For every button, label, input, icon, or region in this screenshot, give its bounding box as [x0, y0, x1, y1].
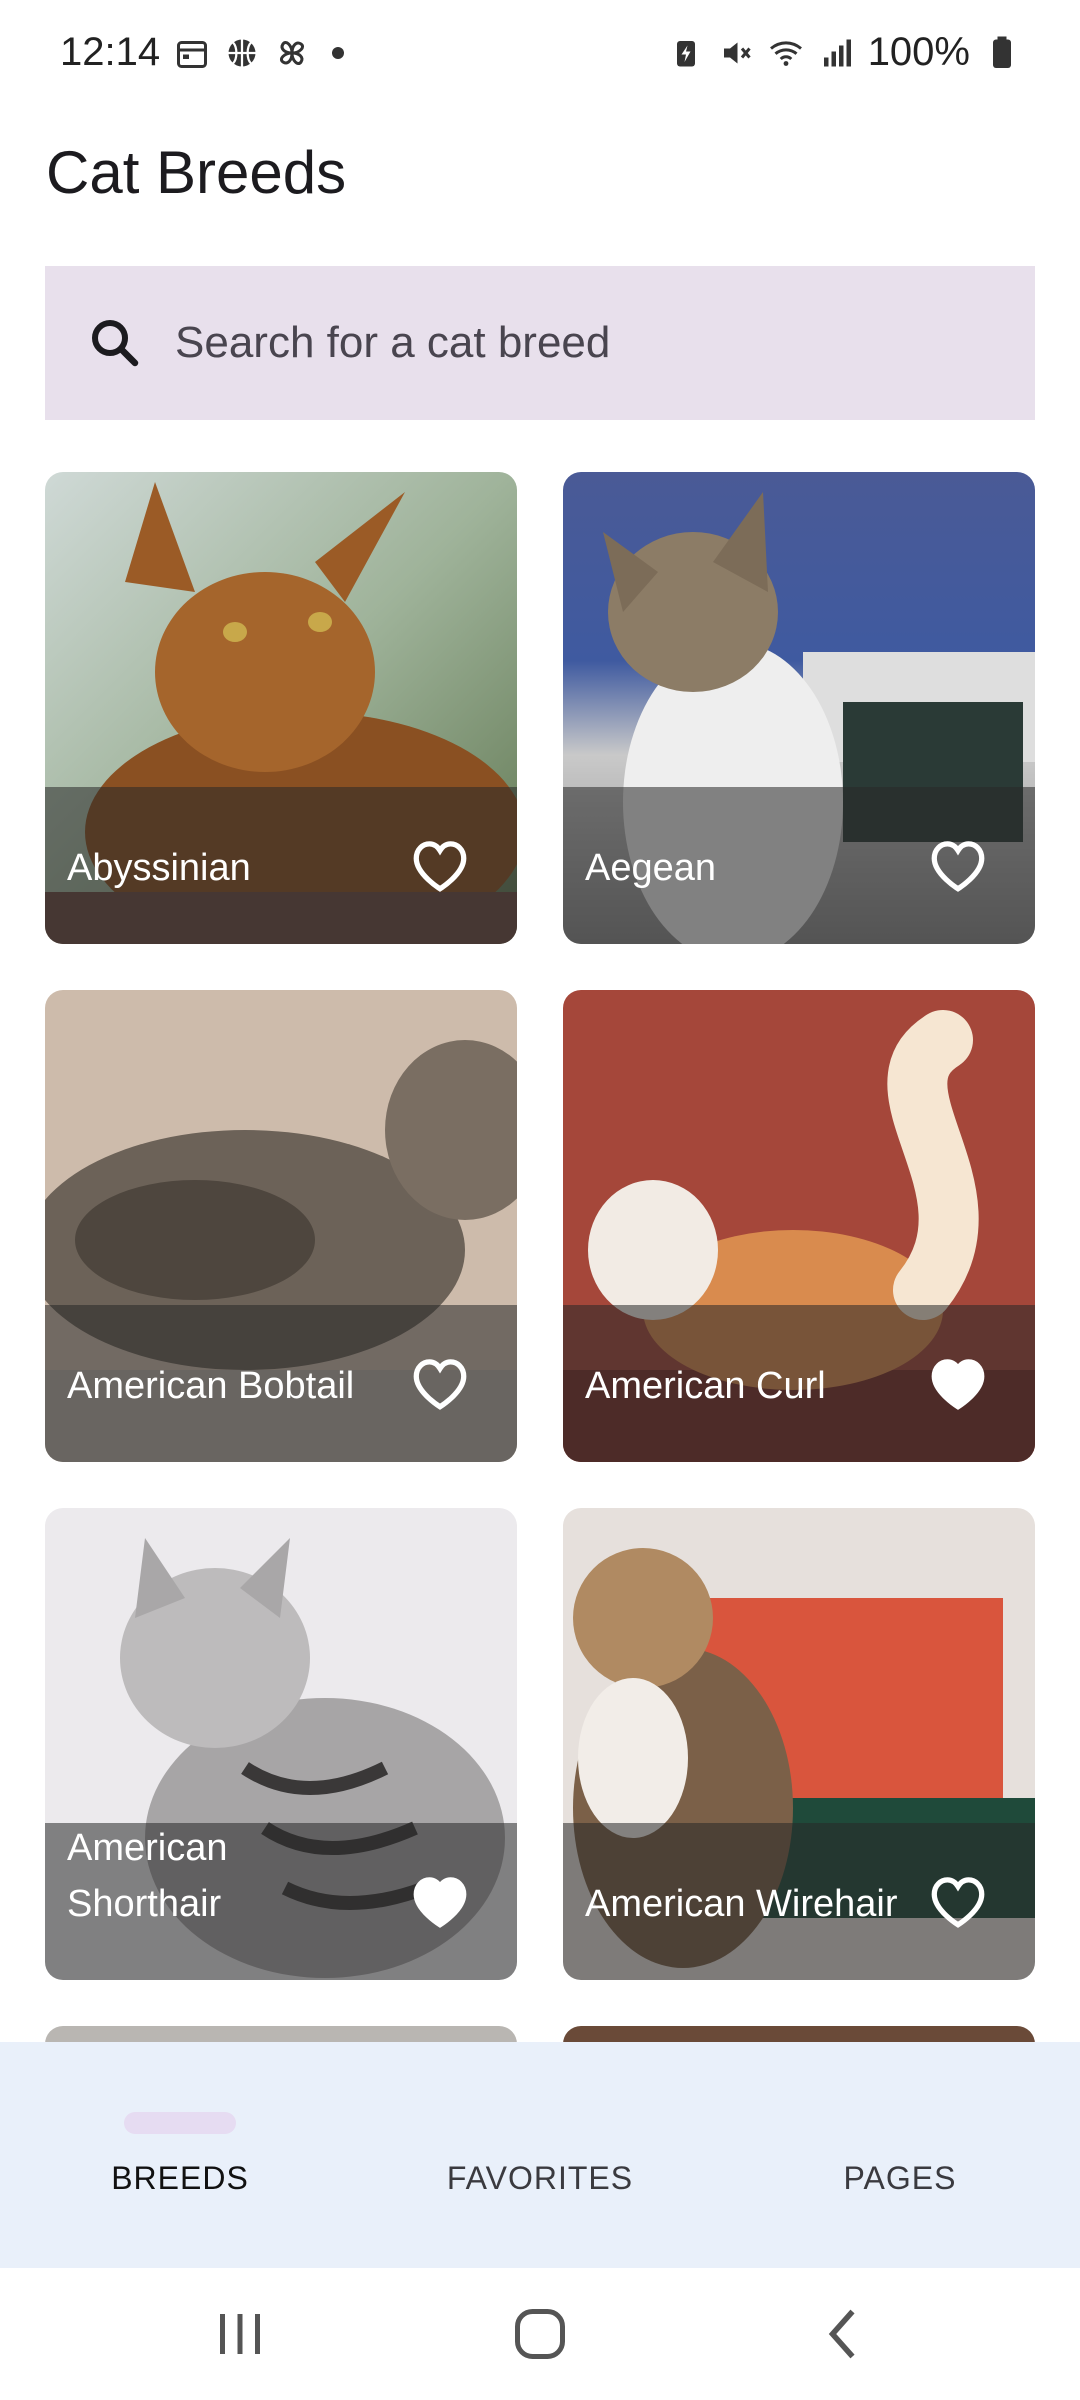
breed-card-american-wirehair[interactable]: American Wirehair — [563, 1508, 1035, 1980]
breed-name: American Curl — [585, 1365, 826, 1407]
heart-outline-icon[interactable] — [926, 836, 990, 894]
heart-filled-icon[interactable] — [926, 1354, 990, 1412]
notification-dot — [332, 46, 345, 59]
search-input[interactable] — [175, 318, 975, 368]
nav-favorites[interactable]: FAVORITES — [360, 2042, 720, 2268]
status-bar: 12:14 100% — [0, 0, 1080, 112]
pinwheel-icon — [280, 40, 305, 65]
wifi-icon — [769, 40, 802, 66]
signal-icon — [823, 39, 851, 66]
basketball-icon — [228, 39, 256, 66]
search-icon[interactable] — [85, 313, 145, 373]
status-time: 12:14 — [60, 30, 161, 74]
battery-saver-icon — [676, 40, 695, 66]
breed-card-american-curl[interactable]: American Curl — [563, 990, 1035, 1462]
nav-label: FAVORITES — [446, 2160, 634, 2196]
heart-outline-icon[interactable] — [408, 1354, 472, 1412]
battery-percent: 100% — [867, 30, 970, 74]
mute-icon — [723, 42, 751, 63]
breed-name: American Bobtail — [67, 1365, 355, 1407]
breed-name: American Wirehair — [585, 1883, 898, 1925]
nav-label: BREEDS — [111, 2160, 249, 2196]
status-right: 100% — [668, 30, 1020, 75]
recent-apps-icon[interactable] — [210, 2304, 270, 2364]
home-icon[interactable] — [510, 2304, 570, 2364]
battery-icon — [993, 36, 1011, 68]
breed-card-abyssinian[interactable]: Abyssinian — [45, 472, 517, 944]
active-indicator — [124, 2112, 236, 2134]
system-navigation-bar — [0, 2268, 1080, 2400]
heart-outline-icon[interactable] — [408, 836, 472, 894]
breed-card-american-bobtail[interactable]: American Bobtail — [45, 990, 517, 1462]
nav-pages[interactable]: PAGES — [720, 2042, 1080, 2268]
heart-filled-icon[interactable] — [408, 1872, 472, 1930]
bottom-navigation: BREEDS FAVORITES PAGES — [0, 2042, 1080, 2268]
breed-name: American Shorthair — [67, 1827, 228, 1925]
nav-label: PAGES — [843, 2160, 957, 2196]
breed-card-aegean[interactable]: Aegean — [563, 472, 1035, 944]
heart-outline-icon[interactable] — [926, 1872, 990, 1930]
calendar-icon — [177, 40, 208, 68]
nav-breeds[interactable]: BREEDS — [0, 2042, 360, 2268]
status-left: 12:14 — [60, 30, 345, 75]
back-icon[interactable] — [815, 2304, 875, 2364]
breed-name: Aegean — [585, 847, 717, 889]
breed-name: Abyssinian — [67, 847, 251, 889]
search-bar[interactable] — [45, 266, 1035, 420]
page-title: Cat Breeds — [46, 139, 347, 206]
breed-card-american-shorthair[interactable]: American Shorthair — [45, 1508, 517, 1980]
